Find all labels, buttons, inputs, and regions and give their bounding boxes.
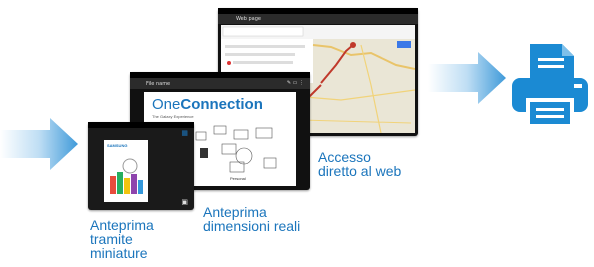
real-size-preview-caption: Anteprima dimensioni reali [203,204,301,234]
thumbnail-tablet: ▦ SAMSUNG ▣ [88,122,194,210]
app-title: Web page [236,16,261,22]
app-bar: File name ✎ ▭ ⋮ [130,78,310,89]
right-arrow-icon [0,118,78,170]
app-bar: Web page [218,14,418,24]
diagram-label: Personal [230,176,246,181]
printer-icon [512,44,588,124]
right-arrow-icon [428,52,506,104]
thumbnail-preview-caption: Anteprima tramite miniature [90,217,154,261]
thumbnail-illustration [110,158,143,194]
brand-label: SAMSUNG [107,143,128,148]
doc-title: OneConnection [152,96,263,113]
app-title: File name [146,81,171,87]
web-access-caption: Accesso diretto al web [318,149,402,179]
expand-icon[interactable]: ▣ [181,198,188,206]
grid-view-icon[interactable]: ▦ [181,129,188,137]
thumbnail-page[interactable]: SAMSUNG [104,140,148,202]
toolbar-icons[interactable]: ✎ ▭ ⋮ [287,80,304,86]
